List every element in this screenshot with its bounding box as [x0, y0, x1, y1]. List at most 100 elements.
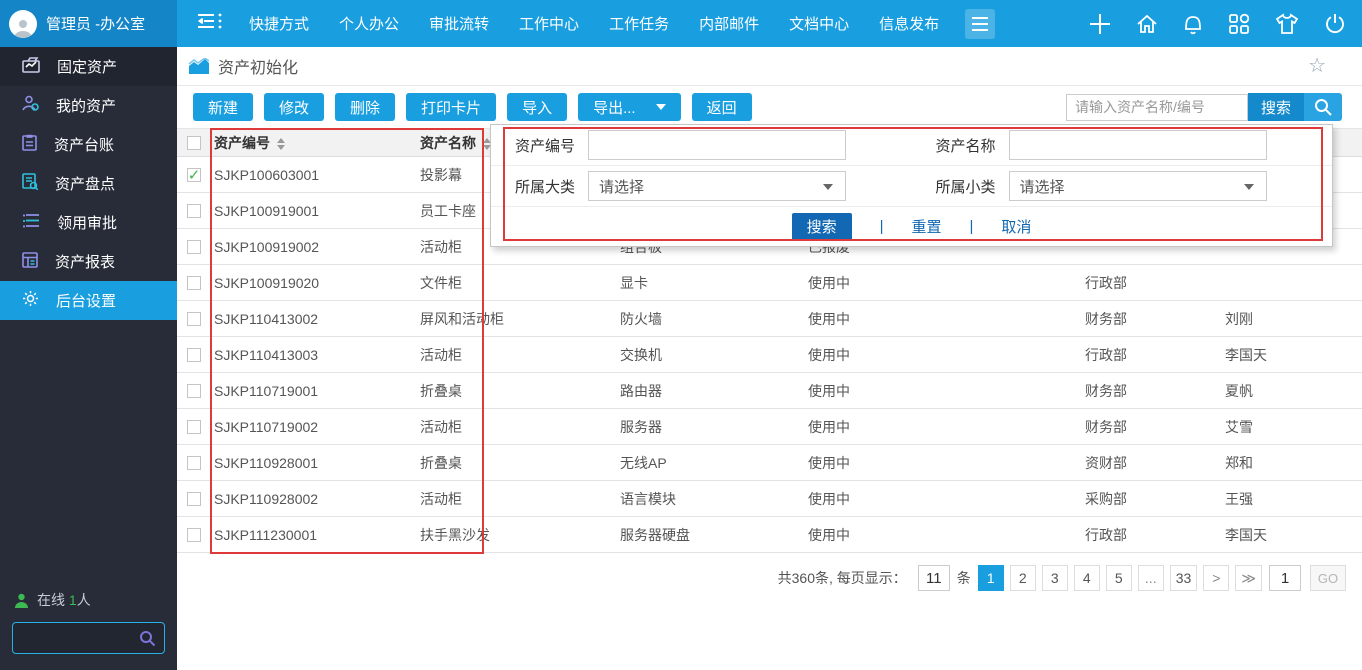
cell-asset-name: 折叠桌 [420, 453, 598, 473]
print-card-button[interactable]: 打印卡片 [406, 93, 496, 121]
cell-asset-name: 折叠桌 [420, 381, 598, 401]
table-row[interactable]: ✓SJKP111230001扶手黑沙发服务器硬盘使用中行政部李国天 [177, 517, 1362, 553]
nav-item-tasks[interactable]: 工作任务 [609, 13, 669, 34]
sidebar-item-my-assets[interactable]: 我的资产 [0, 86, 177, 125]
sidebar-search-icon[interactable] [139, 630, 156, 647]
quick-search-button[interactable]: 搜索 [1248, 93, 1304, 121]
add-icon[interactable] [1089, 13, 1111, 35]
favorite-star-icon[interactable]: ☆ [1308, 56, 1326, 76]
cell-asset-person: 王强 [1215, 489, 1362, 509]
sidebar-item-asset-inventory[interactable]: 资产盘点 [0, 164, 177, 203]
row-checkbox[interactable]: ✓ [187, 528, 201, 542]
sidebar-item-requisition-approval[interactable]: 领用审批 [0, 203, 177, 242]
table-row[interactable]: ✓SJKP110413002屏风和活动柜防火墙使用中财务部刘刚 [177, 301, 1362, 337]
pager-page-button[interactable]: 1 [978, 565, 1004, 591]
filter-cancel-button[interactable]: 取消 [1001, 216, 1031, 237]
filter-name-input[interactable] [1009, 130, 1267, 160]
nav-item-docs[interactable]: 文档中心 [789, 13, 849, 34]
collapse-sidebar-icon[interactable] [197, 12, 223, 35]
page-title-bar: 资产初始化 ☆ [177, 47, 1362, 86]
pager-page-button[interactable]: 2 [1010, 565, 1036, 591]
filter-subcategory-select[interactable]: 请选择 [1009, 171, 1267, 201]
delete-button[interactable]: 删除 [335, 93, 395, 121]
filter-category-select[interactable]: 请选择 [588, 171, 846, 201]
row-checkbox[interactable]: ✓ [187, 492, 201, 506]
table-row[interactable]: ✓SJKP110928001折叠桌无线AP使用中资财部郑和 [177, 445, 1362, 481]
row-checkbox[interactable]: ✓ [187, 204, 201, 218]
pager-nav-button[interactable]: > [1203, 565, 1229, 591]
pager-page-button[interactable]: 3 [1042, 565, 1068, 591]
table-row[interactable]: ✓SJKP110719001折叠桌路由器使用中财务部夏帆 [177, 373, 1362, 409]
row-checkbox[interactable]: ✓ [187, 456, 201, 470]
magnifier-icon [1314, 98, 1332, 116]
cell-asset-item: 服务器硬盘 [598, 525, 790, 545]
pager-nav-button[interactable]: ≫ [1235, 565, 1262, 591]
export-dropdown-button[interactable]: 导出... [578, 93, 681, 121]
cell-asset-status: 使用中 [790, 273, 1070, 293]
row-checkbox[interactable]: ✓ [187, 420, 201, 434]
row-checkbox[interactable]: ✓ [187, 384, 201, 398]
cell-asset-name: 扶手黑沙发 [420, 525, 598, 545]
home-icon[interactable] [1136, 13, 1158, 35]
sidebar: 固定资产 我的资产 资产台账 资产盘点 领用审批 [0, 47, 177, 670]
back-button[interactable]: 返回 [692, 93, 752, 121]
cell-asset-name: 屏风和活动柜 [420, 309, 598, 329]
cell-asset-code: SJKP110413003 [211, 347, 420, 363]
edit-button[interactable]: 修改 [264, 93, 324, 121]
page-size-input[interactable] [918, 565, 950, 591]
menu-hamburger-icon[interactable] [965, 9, 995, 39]
sidebar-item-backend-settings[interactable]: 后台设置 [0, 281, 177, 320]
sidebar-item-label: 后台设置 [56, 290, 116, 311]
online-status: 在线 1人 [14, 590, 177, 610]
filter-actions: 搜索 | 重置 | 取消 [491, 207, 1332, 246]
nav-item-workcenter[interactable]: 工作中心 [519, 13, 579, 34]
page-go-button[interactable]: GO [1310, 565, 1346, 591]
row-checkbox[interactable]: ✓ [187, 240, 201, 254]
table-row[interactable]: ✓SJKP100919020文件柜显卡使用中行政部 [177, 265, 1362, 301]
quick-search-input[interactable] [1066, 94, 1248, 121]
page-jump-input[interactable] [1269, 565, 1301, 591]
logout-power-icon[interactable] [1324, 13, 1346, 35]
nav-item-personal[interactable]: 个人办公 [339, 13, 399, 34]
cell-asset-name: 活动柜 [420, 345, 598, 365]
row-checkbox[interactable]: ✓ [187, 348, 201, 362]
cell-asset-item: 交换机 [598, 345, 790, 365]
filter-name-label: 资产名称 [912, 135, 1009, 156]
cell-asset-code: SJKP100919001 [211, 203, 420, 219]
sidebar-item-fixed-assets[interactable]: 固定资产 [0, 47, 177, 86]
table-row[interactable]: ✓SJKP110928002活动柜语言模块使用中采购部王强 [177, 481, 1362, 517]
theme-shirt-icon[interactable] [1275, 13, 1299, 35]
row-checkbox[interactable]: ✓ [187, 168, 201, 182]
top-action-icons [1089, 13, 1346, 35]
table-row[interactable]: ✓SJKP110719002活动柜服务器使用中财务部艾雪 [177, 409, 1362, 445]
pager-nav-button[interactable]: ... [1138, 565, 1164, 591]
user-area[interactable]: 管理员 -办公室 [0, 0, 177, 47]
row-checkbox[interactable]: ✓ [187, 276, 201, 290]
nav-item-shortcuts[interactable]: 快捷方式 [249, 13, 309, 34]
sidebar-item-asset-ledger[interactable]: 资产台账 [0, 125, 177, 164]
nav-item-publish[interactable]: 信息发布 [879, 13, 939, 34]
new-button[interactable]: 新建 [193, 93, 253, 121]
select-all-checkbox[interactable]: ✓ [187, 136, 201, 150]
sort-icon[interactable] [277, 138, 285, 150]
pager-page-button[interactable]: 5 [1106, 565, 1132, 591]
online-label: 在线 [37, 592, 65, 608]
table-row[interactable]: ✓SJKP110413003活动柜交换机使用中行政部李国天 [177, 337, 1362, 373]
filter-reset-button[interactable]: 重置 [911, 216, 941, 237]
apps-grid-icon[interactable] [1228, 13, 1250, 35]
filter-search-button[interactable]: 搜索 [792, 213, 852, 241]
filter-code-input[interactable] [588, 130, 846, 160]
sidebar-search-input[interactable] [12, 622, 165, 654]
quick-search-magnifier-button[interactable] [1304, 93, 1342, 121]
notifications-bell-icon[interactable] [1183, 13, 1203, 35]
pager-page-button[interactable]: 33 [1170, 565, 1198, 591]
nav-item-approval[interactable]: 审批流转 [429, 13, 489, 34]
column-header-code[interactable]: 资产编号 [211, 133, 420, 153]
sidebar-item-asset-reports[interactable]: 资产报表 [0, 242, 177, 281]
nav-item-mail[interactable]: 内部邮件 [699, 13, 759, 34]
import-button[interactable]: 导入 [507, 93, 567, 121]
cell-asset-item: 服务器 [598, 417, 790, 437]
pager-page-button[interactable]: 4 [1074, 565, 1100, 591]
row-checkbox[interactable]: ✓ [187, 312, 201, 326]
pagination-total-label: 共360条, 每页显示： [778, 568, 907, 588]
